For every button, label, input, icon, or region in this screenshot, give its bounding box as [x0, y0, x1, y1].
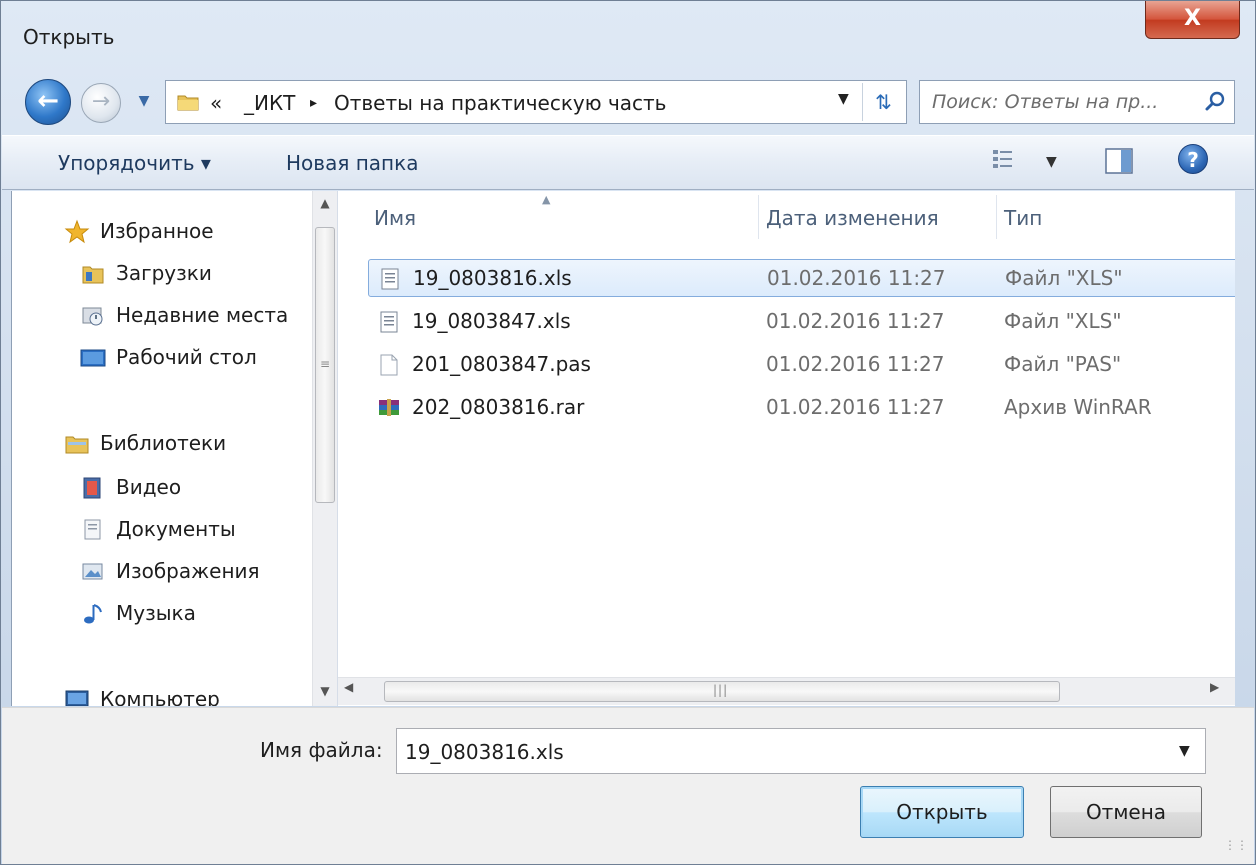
help-icon[interactable]: ?: [1178, 144, 1208, 174]
desktop-icon: [80, 349, 106, 367]
nav-label: Компьютер: [100, 687, 220, 706]
preview-pane-icon[interactable]: [1104, 146, 1134, 176]
file-name-combobox[interactable]: 19_0803816.xls ▼: [396, 728, 1206, 774]
computer-icon: [65, 690, 89, 706]
back-button[interactable]: ←: [25, 79, 71, 125]
file-row[interactable]: 19_0803847.xls 01.02.2016 11:27 Файл "XL…: [368, 303, 1235, 341]
column-header-date[interactable]: Дата изменения: [758, 191, 996, 243]
nav-label: Недавние места: [116, 303, 289, 327]
video-icon: [83, 477, 101, 499]
search-input[interactable]: Поиск: Ответы на пр...: [932, 91, 1158, 113]
folder-icon: [177, 95, 199, 111]
breadcrumb-overflow[interactable]: «: [210, 91, 222, 115]
file-name-dropdown-icon[interactable]: ▼: [1179, 743, 1190, 759]
navigation-pane: Избранное Загрузки Недавние места Рабочи…: [11, 191, 337, 706]
navigation-bar: ← → ▼ « _ИКТ ▸ Ответы на практическую ча…: [1, 76, 1255, 128]
bottom-panel: Имя файла: 19_0803816.xls ▼ Открыть Отме…: [2, 707, 1254, 864]
nav-label: Избранное: [100, 219, 214, 243]
window-title: Открыть: [23, 25, 115, 49]
command-toolbar: Упорядочить ▾ Новая папка ▼ ?: [2, 135, 1254, 190]
nav-label: Документы: [116, 517, 236, 541]
organize-button[interactable]: Упорядочить ▾: [58, 151, 211, 175]
file-date: 01.02.2016 11:27: [766, 395, 945, 419]
file-type: Файл "XLS": [1004, 309, 1122, 333]
xls-file-icon: [381, 268, 399, 290]
xls-file-icon: [380, 311, 398, 333]
file-name: 201_0803847.pas: [412, 352, 591, 376]
winrar-archive-icon: [379, 399, 399, 416]
address-dropdown-icon[interactable]: ▼: [838, 91, 849, 107]
grip-icon: |||: [713, 683, 729, 697]
downloads-folder-icon: [82, 266, 104, 284]
scrollbar-thumb[interactable]: |||: [384, 681, 1060, 702]
nav-label: Видео: [116, 475, 182, 499]
scroll-left-icon[interactable]: ◀: [344, 680, 353, 694]
cancel-button[interactable]: Отмена: [1050, 786, 1202, 838]
grip-icon: ≡: [320, 357, 331, 371]
documents-icon: [84, 519, 101, 540]
scroll-down-icon[interactable]: ▼: [313, 679, 337, 705]
file-date: 01.02.2016 11:27: [767, 266, 946, 290]
file-row[interactable]: 202_0803816.rar 01.02.2016 11:27 Архив W…: [368, 389, 1235, 427]
file-name-label: Имя файла:: [260, 738, 383, 762]
open-button[interactable]: Открыть: [860, 786, 1024, 838]
forward-button[interactable]: →: [81, 83, 121, 123]
file-type: Файл "XLS": [1005, 266, 1123, 290]
title-bar: Открыть X: [1, 1, 1255, 76]
address-bar[interactable]: « _ИКТ ▸ Ответы на практическую часть ▼ …: [165, 80, 907, 124]
breadcrumb-current-folder[interactable]: Ответы на практическую часть: [334, 91, 666, 115]
column-header-name[interactable]: Имя: [366, 191, 758, 243]
scroll-up-icon[interactable]: ▲: [313, 191, 337, 217]
close-button[interactable]: X: [1145, 1, 1240, 39]
star-icon: [64, 219, 90, 244]
file-date: 01.02.2016 11:27: [766, 309, 945, 333]
file-name-input[interactable]: 19_0803816.xls: [405, 740, 564, 764]
search-box[interactable]: Поиск: Ответы на пр...: [919, 80, 1235, 124]
nav-label: Изображения: [116, 559, 260, 583]
file-list-horizontal-scrollbar[interactable]: ◀ ||| ▶: [338, 677, 1235, 705]
file-type: Архив WinRAR: [1004, 395, 1152, 419]
new-folder-button[interactable]: Новая папка: [286, 151, 418, 175]
pictures-icon: [82, 563, 103, 580]
file-name: 202_0803816.rar: [412, 395, 585, 419]
recent-pages-dropdown[interactable]: ▼: [133, 90, 155, 112]
file-type: Файл "PAS": [1004, 352, 1122, 376]
refresh-button[interactable]: ⇅: [862, 83, 904, 121]
file-name: 19_0803816.xls: [413, 266, 572, 290]
file-date: 01.02.2016 11:27: [766, 352, 945, 376]
scrollbar-thumb[interactable]: ≡: [315, 227, 335, 503]
breadcrumb-separator[interactable]: ▸: [310, 95, 317, 111]
blank-file-icon: [380, 354, 398, 376]
resize-grip-icon[interactable]: ⋮⋮: [1224, 838, 1248, 852]
file-row[interactable]: 19_0803816.xls 01.02.2016 11:27 Файл "XL…: [368, 259, 1235, 297]
nav-label: Загрузки: [116, 261, 212, 285]
nav-pane-scrollbar[interactable]: ▲ ≡ ▼: [312, 191, 337, 706]
scroll-right-icon[interactable]: ▶: [1210, 680, 1219, 694]
column-header-type[interactable]: Тип: [996, 191, 1226, 243]
search-icon[interactable]: [1204, 90, 1226, 112]
nav-label: Музыка: [116, 601, 196, 625]
sort-ascending-icon: ▲: [542, 193, 551, 206]
open-file-dialog: Открыть X ← → ▼ « _ИКТ ▸ Ответы на практ…: [0, 0, 1256, 865]
nav-label: Рабочий стол: [116, 345, 257, 369]
view-options-dropdown-icon[interactable]: ▼: [1046, 154, 1057, 170]
music-icon: [84, 604, 102, 624]
file-row[interactable]: 201_0803847.pas 01.02.2016 11:27 Файл "P…: [368, 346, 1235, 384]
file-list: Имя ▲ Дата изменения Тип 19_0803816.xls …: [337, 191, 1235, 706]
recent-places-icon: [82, 307, 103, 326]
change-view-icon[interactable]: [992, 148, 1014, 172]
libraries-icon: [65, 436, 89, 454]
nav-label: Библиотеки: [100, 431, 227, 455]
file-name: 19_0803847.xls: [412, 309, 571, 333]
breadcrumb-ikt[interactable]: _ИКТ: [244, 91, 295, 115]
